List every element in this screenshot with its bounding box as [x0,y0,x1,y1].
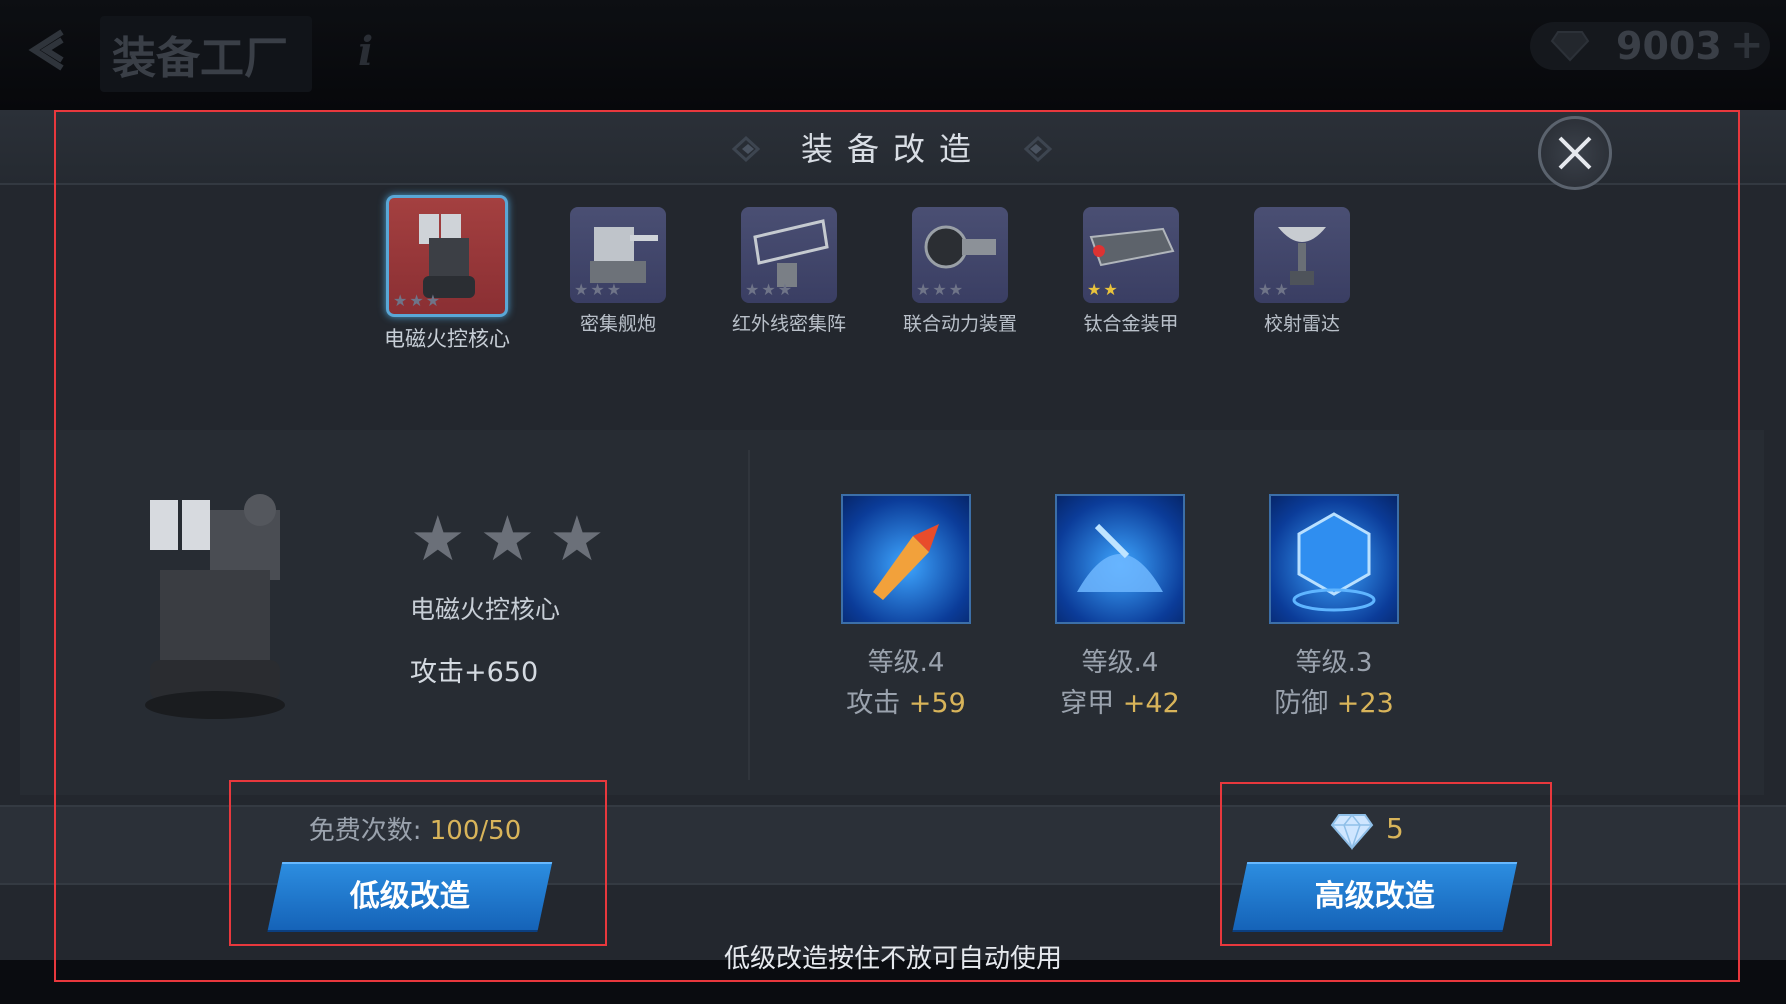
equip-thumbnail: ★★★ [570,207,666,303]
free-count-label: 免费次数: [308,816,430,846]
equip-thumbnail: ★★★ [741,207,837,303]
hint-text: 低级改造按住不放可自动使用 [723,944,1062,974]
skill-stat-bonus: +23 [1336,688,1394,719]
equip-stars: ★★ [1258,280,1291,299]
diamond-currency: 9003 + [1530,22,1770,70]
shield-hexagon-icon [1269,494,1399,624]
skill-level: 等级.3 [1295,648,1373,678]
equipment-modify-modal: 装备改造 ★★★ 电磁火控核心 ★★★ 密集舰炮 ★★★ 红外线密集阵 ★★★ … [0,110,1786,960]
upgrade-cost: 5 [1330,812,1470,852]
top-bar: 装备工厂 i 9003 + [0,0,1786,110]
equip-label: 电磁火控核心 [384,327,510,351]
skill-level: 等级.4 [1081,648,1159,678]
equip-item-ranging-radar[interactable]: ★★ 校射雷达 [1217,207,1387,336]
equip-item-infrared-array[interactable]: ★★★ 红外线密集阵 [704,207,874,336]
equip-label: 联合动力装置 [902,313,1017,335]
shield-dome-icon [1055,494,1185,624]
add-currency-button[interactable]: + [1730,22,1764,68]
skill-penetration[interactable]: 等级.4 穿甲 +42 [1020,494,1220,720]
currency-value: 9003 [1616,24,1722,68]
close-icon [1558,136,1592,170]
equip-item-dense-gun[interactable]: ★★★ 密集舰炮 [533,207,703,336]
equipment-name: 电磁火控核心 [410,595,561,624]
equip-stars: ★★★ [916,280,966,299]
free-count: 免费次数: 100/50 [230,810,600,847]
modal-header: 装备改造 [0,110,1786,190]
equip-item-titanium-armor[interactable]: ★★ 钛合金装甲 [1046,207,1216,336]
cost-value: 5 [1386,812,1404,845]
low-level-modify-label: 低级改造 [349,879,470,914]
equipment-attack: 攻击+650 [410,657,539,688]
skill-stat-name: 攻击 [846,688,901,719]
skill-level: 等级.4 [867,648,945,678]
skill-stat-bonus: +42 [1122,688,1180,719]
skill-stat: 攻击 +59 [806,681,1006,720]
equip-label: 钛合金装甲 [1083,313,1179,335]
free-count-value: 100/50 [429,816,522,846]
page-title: 装备工厂 [100,16,312,92]
back-button[interactable] [20,20,80,80]
equip-label: 密集舰炮 [579,313,656,335]
equip-stars: ★★★ [745,280,795,299]
equip-label: 红外线密集阵 [731,313,846,335]
skill-stat-bonus: +59 [908,688,966,719]
info-icon[interactable]: i [358,28,373,75]
equip-item-em-fire-control[interactable]: ★★★ 电磁火控核心 [362,195,532,353]
equip-thumbnail: ★★★ [912,207,1008,303]
game-screen: 装备工厂 i 9003 + 装备改造 ★★★ 电磁火控核心 ★★★ 密集舰炮 ★… [0,0,1786,1004]
skill-stat-name: 穿甲 [1060,688,1115,719]
equip-item-combined-power[interactable]: ★★★ 联合动力装置 [875,207,1045,336]
equip-label: 校射雷达 [1263,313,1340,335]
skill-attack[interactable]: 等级.4 攻击 +59 [806,494,1006,720]
equip-stars: ★★ [1087,280,1120,299]
skill-defense[interactable]: 等级.3 防御 +23 [1234,494,1434,720]
close-button[interactable] [1538,116,1612,190]
diamond-icon [1330,813,1374,850]
modal-title: 装备改造 [800,130,985,168]
skill-stat-name: 防御 [1274,688,1329,719]
equip-stars: ★★★ [393,291,443,310]
selected-equipment-image [145,494,285,719]
panel-divider [748,450,750,780]
equip-stars: ★★★ [574,280,624,299]
title-ornament-right-icon [1023,135,1053,163]
back-arrow-icon [28,29,64,71]
low-level-modify-button[interactable]: 低级改造 [267,862,553,930]
high-level-modify-button[interactable]: 高级改造 [1232,862,1518,930]
equip-thumbnail: ★★ [1254,207,1350,303]
missile-burst-icon [841,494,971,624]
equip-thumbnail: ★★ [1083,207,1179,303]
skill-stat: 穿甲 +42 [1020,681,1220,720]
diamond-icon [1550,31,1590,62]
equipment-rating-stars: ★★★ [410,502,619,575]
high-level-modify-label: 高级改造 [1314,879,1435,914]
skill-stat: 防御 +23 [1234,681,1434,720]
equipment-selector: ★★★ 电磁火控核心 ★★★ 密集舰炮 ★★★ 红外线密集阵 ★★★ 联合动力装… [0,195,1786,351]
equip-thumbnail: ★★★ [386,195,508,317]
